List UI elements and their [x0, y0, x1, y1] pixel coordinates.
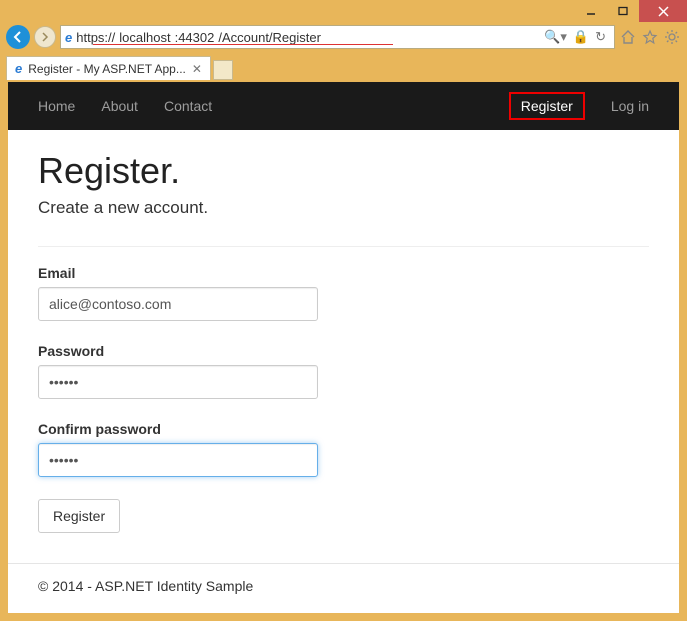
url-host: localhost — [119, 30, 170, 45]
nav-home[interactable]: Home — [38, 98, 75, 114]
url-protocol: https:// — [76, 30, 115, 45]
minimize-button[interactable] — [575, 0, 607, 22]
address-row: e https:// localhost :44302/Account/Regist… — [0, 22, 687, 52]
page-subtitle: Create a new account. — [38, 198, 649, 218]
tab-title: Register - My ASP.NET App... — [28, 62, 186, 76]
tabs-row: e Register - My ASP.NET App... ✕ — [0, 52, 687, 80]
email-field[interactable] — [38, 287, 318, 321]
password-label: Password — [38, 343, 649, 359]
ie-icon: e — [65, 30, 72, 45]
new-tab-button[interactable] — [213, 60, 233, 80]
password-field[interactable] — [38, 365, 318, 399]
nav-about[interactable]: About — [101, 98, 138, 114]
page-heading: Register. — [38, 150, 649, 192]
close-button[interactable] — [639, 0, 687, 22]
confirm-password-field[interactable] — [38, 443, 318, 477]
search-dropdown-icon[interactable]: 🔍▾ — [544, 29, 567, 45]
page-content: Register. Create a new account. Email Pa… — [8, 130, 679, 543]
confirm-password-label: Confirm password — [38, 421, 649, 437]
register-button[interactable]: Register — [38, 499, 120, 533]
page-footer: © 2014 - ASP.NET Identity Sample — [8, 563, 679, 608]
maximize-button[interactable] — [607, 0, 639, 22]
window-titlebar — [0, 0, 687, 22]
divider — [38, 246, 649, 247]
nav-contact[interactable]: Contact — [164, 98, 212, 114]
lock-icon: 🔒 — [573, 29, 589, 45]
url-highlight — [93, 44, 393, 45]
back-button[interactable] — [6, 25, 30, 49]
tools-gear-icon[interactable] — [663, 28, 681, 46]
home-icon[interactable] — [619, 28, 637, 46]
email-label: Email — [38, 265, 649, 281]
favorites-star-icon[interactable] — [641, 28, 659, 46]
refresh-icon[interactable]: ↻ — [595, 29, 606, 45]
nav-login[interactable]: Log in — [611, 98, 649, 114]
url-port: :44302 — [175, 30, 215, 45]
site-nav: Home About Contact Register Log in — [8, 82, 679, 130]
url-path: /Account/Register — [218, 30, 321, 45]
tab-close-icon[interactable]: ✕ — [192, 62, 202, 76]
browser-tab[interactable]: e Register - My ASP.NET App... ✕ — [6, 56, 211, 80]
address-bar[interactable]: e https:// localhost :44302/Account/Regist… — [60, 25, 615, 49]
ie-icon: e — [15, 61, 22, 76]
page-viewport: Home About Contact Register Log in Regis… — [8, 82, 679, 613]
nav-register[interactable]: Register — [509, 92, 585, 120]
forward-button[interactable] — [34, 26, 56, 48]
footer-text: © 2014 - ASP.NET Identity Sample — [38, 578, 253, 594]
